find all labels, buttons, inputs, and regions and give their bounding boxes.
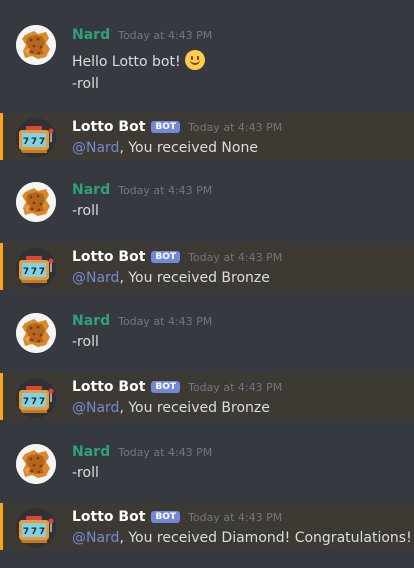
message-group-mention: Lotto Bot BOT Today at 4:43 PM @Nard, Yo… — [0, 373, 414, 420]
timestamp: Today at 4:43 PM — [118, 315, 213, 328]
cheese-cracker-avatar-icon[interactable] — [16, 313, 56, 353]
message-group-mention: Lotto Bot BOT Today at 4:43 PM @Nard, Yo… — [0, 243, 414, 290]
slot-machine-777-icon[interactable] — [16, 508, 56, 548]
message-group-mention: Lotto Bot BOT Today at 4:43 PM @Nard, Yo… — [0, 503, 414, 550]
slot-machine-777-icon[interactable] — [16, 378, 56, 418]
username[interactable]: Nard — [72, 444, 110, 460]
user-mention[interactable]: @Nard — [72, 400, 119, 416]
timestamp: Today at 4:43 PM — [188, 511, 283, 524]
message-group-mention: Lotto Bot BOT Today at 4:43 PM @Nard, Yo… — [0, 113, 414, 160]
bot-username[interactable]: Lotto Bot — [72, 509, 145, 525]
user-mention[interactable]: @Nard — [72, 140, 119, 156]
slightly-smiling-face-icon — [184, 50, 205, 70]
timestamp: Today at 4:43 PM — [188, 121, 283, 134]
message-text: @Nard, You received Diamond! Congratulat… — [72, 530, 412, 546]
cheese-cracker-avatar-icon[interactable] — [16, 182, 56, 222]
user-mention[interactable]: @Nard — [72, 530, 119, 546]
bot-username[interactable]: Lotto Bot — [72, 249, 145, 265]
message-group: Nard Today at 4:43 PM -roll — [0, 176, 414, 232]
message-group: Nard Today at 4:43 PM -roll — [0, 307, 414, 363]
message-group: Nard Today at 4:43 PM Hello Lotto bot! -… — [0, 20, 414, 100]
bot-username[interactable]: Lotto Bot — [72, 379, 145, 395]
timestamp: Today at 4:43 PM — [118, 446, 213, 459]
slot-machine-777-icon[interactable] — [16, 118, 56, 158]
bot-badge: BOT — [151, 121, 181, 133]
message-text: @Nard, You received None — [72, 140, 258, 156]
message-group: Nard Today at 4:43 PM -roll — [0, 438, 414, 494]
username[interactable]: Nard — [72, 182, 110, 198]
timestamp: Today at 4:43 PM — [188, 251, 283, 264]
timestamp: Today at 4:43 PM — [118, 184, 213, 197]
message-text: -roll — [72, 465, 99, 481]
bot-badge: BOT — [151, 511, 181, 523]
bot-username[interactable]: Lotto Bot — [72, 119, 145, 135]
cheese-cracker-avatar-icon[interactable] — [16, 25, 56, 65]
message-text: @Nard, You received Bronze — [72, 400, 270, 416]
message-text: Hello Lotto bot! — [72, 50, 205, 70]
message-text: @Nard, You received Bronze — [72, 270, 270, 286]
message-text: -roll — [72, 334, 99, 350]
message-text: -roll — [72, 203, 99, 219]
user-mention[interactable]: @Nard — [72, 270, 119, 286]
username[interactable]: Nard — [72, 27, 110, 43]
message-text: -roll — [72, 76, 99, 92]
timestamp: Today at 4:43 PM — [188, 381, 283, 394]
timestamp: Today at 4:43 PM — [118, 29, 213, 42]
bot-badge: BOT — [151, 251, 181, 263]
slot-machine-777-icon[interactable] — [16, 248, 56, 288]
username[interactable]: Nard — [72, 313, 110, 329]
cheese-cracker-avatar-icon[interactable] — [16, 444, 56, 484]
bot-badge: BOT — [151, 381, 181, 393]
